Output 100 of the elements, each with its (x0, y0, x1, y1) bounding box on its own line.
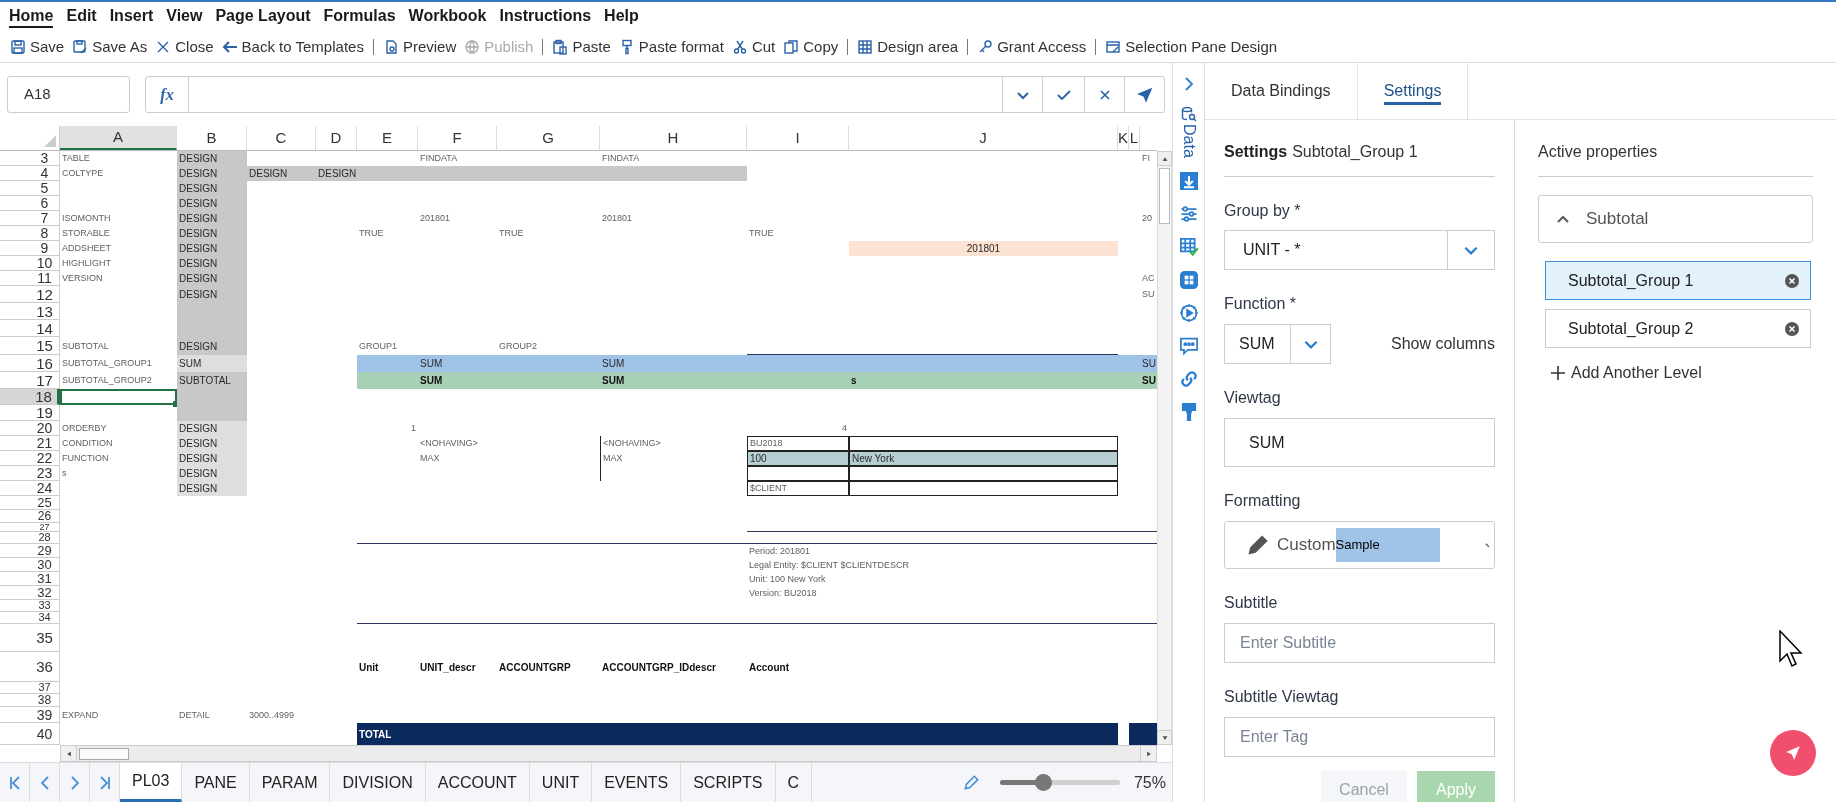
scroll-right-button[interactable] (1140, 745, 1157, 763)
column-header[interactable]: G (497, 126, 600, 151)
toolbar-button[interactable]: Preview (378, 35, 461, 59)
scrollbar-thumb[interactable] (79, 747, 129, 760)
row-number[interactable]: 35 (0, 624, 60, 653)
menu-item[interactable]: Help (604, 6, 639, 28)
group-by-dropdown[interactable]: UNIT - * (1224, 230, 1495, 270)
row-number[interactable]: 18 (0, 389, 60, 406)
sheet-tab[interactable]: SCRIPTS (681, 763, 776, 802)
row-number[interactable]: 34 (0, 612, 60, 625)
toolbar-button[interactable]: Paste (548, 35, 615, 59)
column-header[interactable]: K (1118, 126, 1129, 151)
row-number[interactable]: 3 (0, 151, 60, 167)
menu-item[interactable]: Home (9, 6, 54, 28)
menu-item[interactable]: Insert (109, 6, 154, 28)
show-columns-link[interactable]: Show columns (1390, 332, 1495, 356)
toolbar-button[interactable]: Close (151, 35, 218, 59)
column-header[interactable]: F (418, 126, 497, 151)
column-header[interactable]: D (316, 126, 357, 151)
level-item[interactable]: Subtotal_Group 2 (1545, 309, 1811, 348)
row-number[interactable]: 33 (0, 600, 60, 613)
toolbar-button[interactable]: Back to Templates (217, 35, 368, 59)
scroll-left-button[interactable] (60, 745, 77, 763)
subtitle-viewtag-field[interactable]: Enter Tag (1224, 717, 1495, 757)
row-number[interactable]: 23 (0, 466, 60, 482)
row-number[interactable]: 27 (0, 523, 60, 533)
data-button[interactable]: Data (1180, 106, 1197, 158)
menu-item[interactable]: Page Layout (215, 6, 311, 28)
row-number[interactable]: 14 (0, 320, 60, 338)
row-number[interactable]: 31 (0, 572, 60, 587)
gear-play-icon[interactable] (1178, 302, 1199, 323)
row-number[interactable]: 7 (0, 211, 60, 227)
formatting-dropdown[interactable]: CustomSample (1224, 521, 1495, 569)
tab[interactable]: Data Bindings (1205, 63, 1358, 119)
sheet-tab[interactable]: PANE (182, 763, 250, 802)
row-number[interactable]: 5 (0, 181, 60, 197)
row-number[interactable]: 22 (0, 451, 60, 467)
row-number[interactable]: 13 (0, 303, 60, 321)
row-number[interactable]: 32 (0, 586, 60, 601)
subtitle-field[interactable]: Enter Subtitle (1224, 623, 1495, 663)
scrollbar-thumb[interactable] (1159, 168, 1170, 225)
chat-icon[interactable] (1178, 335, 1199, 356)
scroll-down-button[interactable] (1157, 730, 1172, 746)
row-number[interactable]: 38 (0, 694, 60, 708)
tab[interactable]: Settings (1357, 63, 1469, 119)
row-number[interactable]: 29 (0, 544, 60, 559)
row-number[interactable]: 6 (0, 196, 60, 212)
row-number[interactable]: 12 (0, 286, 60, 304)
row-number[interactable]: 21 (0, 436, 60, 452)
table-check-icon[interactable] (1178, 236, 1199, 257)
slider-thumb[interactable] (1034, 774, 1052, 792)
subtotal-section-header[interactable]: Subtotal (1538, 195, 1813, 243)
row-number[interactable]: 9 (0, 241, 60, 257)
row-number[interactable]: 8 (0, 226, 60, 242)
grid-icon[interactable] (1178, 269, 1199, 290)
sheet-tab[interactable]: PARAM (249, 763, 331, 802)
row-number[interactable]: 25 (0, 496, 60, 511)
sheet-tab[interactable]: UNIT (529, 763, 593, 802)
column-header[interactable]: L (1129, 126, 1140, 151)
row-number[interactable]: 4 (0, 166, 60, 182)
column-header[interactable]: C (247, 126, 316, 151)
row-number[interactable]: 16 (0, 355, 60, 373)
row-number[interactable]: 11 (0, 271, 60, 287)
sheet-tab[interactable]: DIVISION (330, 763, 426, 802)
row-number[interactable]: 20 (0, 421, 60, 437)
sheet-tab[interactable]: PL03 (120, 763, 183, 802)
scroll-up-button[interactable] (1157, 151, 1172, 167)
column-header[interactable]: A (60, 126, 177, 151)
menu-item[interactable]: Formulas (323, 6, 396, 28)
column-header[interactable]: J (849, 126, 1118, 151)
feedback-button[interactable] (1770, 730, 1816, 776)
cell-reference-field[interactable]: A18 (7, 76, 130, 114)
row-number[interactable]: 36 (0, 652, 60, 683)
sheet-tab[interactable]: C (775, 763, 813, 802)
toolbar-button[interactable]: Grant Access (973, 35, 1091, 59)
row-number[interactable]: 39 (0, 707, 60, 724)
toolbar-button[interactable]: Copy (779, 35, 843, 59)
column-header[interactable]: H (600, 126, 747, 151)
row-number[interactable]: 30 (0, 558, 60, 573)
row-number[interactable]: 24 (0, 481, 60, 497)
row-number[interactable]: 19 (0, 405, 60, 422)
menu-item[interactable]: View (166, 6, 203, 28)
row-number[interactable]: 26 (0, 510, 60, 524)
menu-item[interactable]: Workbook (408, 6, 487, 28)
column-header[interactable]: B (177, 126, 247, 151)
column-header[interactable]: E (357, 126, 418, 151)
link-icon[interactable] (1178, 368, 1199, 389)
toolbar-button[interactable]: Paste format (614, 35, 728, 59)
viewtag-field[interactable]: SUM (1224, 418, 1495, 467)
toolbar-button[interactable]: Save (6, 35, 69, 59)
selected-cell[interactable] (60, 389, 177, 406)
menu-item[interactable]: Edit (66, 6, 97, 28)
toolbar-button[interactable]: Save As (68, 35, 152, 59)
row-number[interactable]: 10 (0, 256, 60, 272)
toolbar-button[interactable]: Cut (727, 35, 780, 59)
download-icon[interactable] (1178, 170, 1199, 191)
toolbar-button[interactable]: Selection Pane Design (1101, 35, 1282, 59)
row-number[interactable]: 37 (0, 682, 60, 695)
row-number[interactable]: 40 (0, 723, 60, 746)
menu-item[interactable]: Instructions (499, 6, 592, 28)
